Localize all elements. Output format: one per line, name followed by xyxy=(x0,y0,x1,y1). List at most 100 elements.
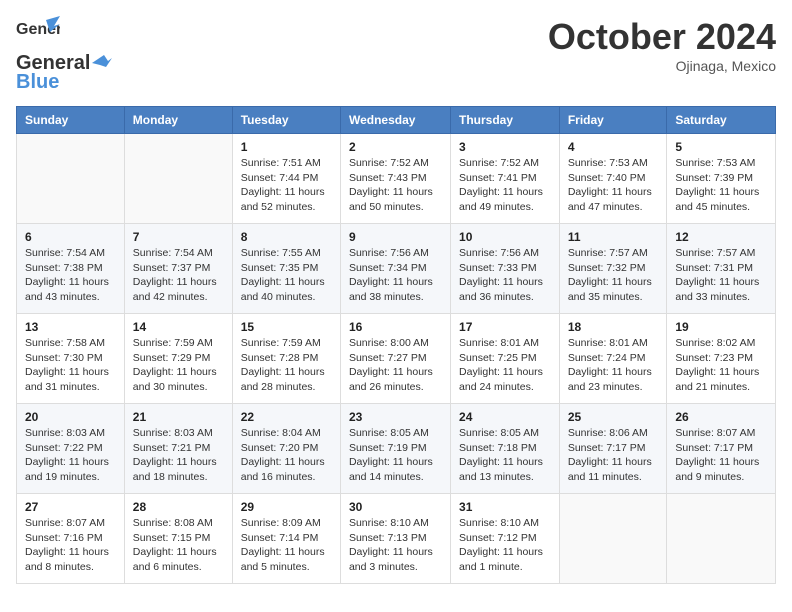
calendar-cell xyxy=(667,494,776,584)
day-number: 28 xyxy=(133,500,224,514)
day-info: Sunrise: 8:10 AMSunset: 7:13 PMDaylight:… xyxy=(349,516,442,575)
calendar-cell: 22 Sunrise: 8:04 AMSunset: 7:20 PMDayligh… xyxy=(232,404,340,494)
calendar-table: SundayMondayTuesdayWednesdayThursdayFrid… xyxy=(16,106,776,584)
calendar-cell: 1 Sunrise: 7:51 AMSunset: 7:44 PMDaylight… xyxy=(232,134,340,224)
day-info: Sunrise: 8:06 AMSunset: 7:17 PMDaylight:… xyxy=(568,426,659,485)
day-info: Sunrise: 7:57 AMSunset: 7:32 PMDaylight:… xyxy=(568,246,659,305)
day-info: Sunrise: 7:51 AMSunset: 7:44 PMDaylight:… xyxy=(241,156,332,215)
calendar-week-5: 27 Sunrise: 8:07 AMSunset: 7:16 PMDayligh… xyxy=(17,494,776,584)
calendar-cell: 8 Sunrise: 7:55 AMSunset: 7:35 PMDaylight… xyxy=(232,224,340,314)
logo-bird-icon xyxy=(92,55,112,69)
day-number: 7 xyxy=(133,230,224,244)
day-info: Sunrise: 8:10 AMSunset: 7:12 PMDaylight:… xyxy=(459,516,551,575)
calendar-cell: 5 Sunrise: 7:53 AMSunset: 7:39 PMDaylight… xyxy=(667,134,776,224)
day-number: 27 xyxy=(25,500,116,514)
day-number: 31 xyxy=(459,500,551,514)
day-info: Sunrise: 7:52 AMSunset: 7:41 PMDaylight:… xyxy=(459,156,551,215)
day-number: 4 xyxy=(568,140,659,154)
calendar-cell: 15Sunrise: 7:59 AMSunset: 7:28 PMDayligh… xyxy=(232,314,340,404)
day-number: 16 xyxy=(349,320,442,334)
calendar-cell: 16Sunrise: 8:00 AMSunset: 7:27 PMDayligh… xyxy=(340,314,450,404)
calendar-cell: 10Sunrise: 7:56 AMSunset: 7:33 PMDayligh… xyxy=(451,224,560,314)
day-info: Sunrise: 7:53 AMSunset: 7:39 PMDaylight:… xyxy=(675,156,767,215)
day-number: 21 xyxy=(133,410,224,424)
weekday-header-friday: Friday xyxy=(559,107,667,134)
day-info: Sunrise: 7:54 AMSunset: 7:38 PMDaylight:… xyxy=(25,246,116,305)
day-info: Sunrise: 8:02 AMSunset: 7:23 PMDaylight:… xyxy=(675,336,767,395)
calendar-cell: 26 Sunrise: 8:07 AMSunset: 7:17 PMDayligh… xyxy=(667,404,776,494)
location: Ojinaga, Mexico xyxy=(548,58,776,74)
day-number: 13 xyxy=(25,320,116,334)
calendar-cell: 3Sunrise: 7:52 AMSunset: 7:41 PMDaylight… xyxy=(451,134,560,224)
logo-blue: Blue xyxy=(16,71,59,94)
day-number: 5 xyxy=(675,140,767,154)
calendar-cell: 19 Sunrise: 8:02 AMSunset: 7:23 PMDayligh… xyxy=(667,314,776,404)
day-number: 23 xyxy=(349,410,442,424)
title-block: October 2024 Ojinaga, Mexico xyxy=(548,16,776,74)
weekday-header-tuesday: Tuesday xyxy=(232,107,340,134)
weekday-header-wednesday: Wednesday xyxy=(340,107,450,134)
day-info: Sunrise: 8:07 AMSunset: 7:17 PMDaylight:… xyxy=(675,426,767,485)
day-info: Sunrise: 7:56 AMSunset: 7:33 PMDaylight:… xyxy=(459,246,551,305)
calendar-cell: 24 Sunrise: 8:05 AMSunset: 7:18 PMDayligh… xyxy=(451,404,560,494)
day-number: 6 xyxy=(25,230,116,244)
day-number: 29 xyxy=(241,500,332,514)
weekday-header-row: SundayMondayTuesdayWednesdayThursdayFrid… xyxy=(17,107,776,134)
calendar-cell: 30 Sunrise: 8:10 AMSunset: 7:13 PMDayligh… xyxy=(340,494,450,584)
day-number: 19 xyxy=(675,320,767,334)
calendar-cell xyxy=(559,494,667,584)
calendar-week-4: 20 Sunrise: 8:03 AMSunset: 7:22 PMDayligh… xyxy=(17,404,776,494)
calendar-cell: 4 Sunrise: 7:53 AMSunset: 7:40 PMDaylight… xyxy=(559,134,667,224)
day-info: Sunrise: 7:54 AMSunset: 7:37 PMDaylight:… xyxy=(133,246,224,305)
calendar-cell: 11Sunrise: 7:57 AMSunset: 7:32 PMDayligh… xyxy=(559,224,667,314)
calendar-cell: 29 Sunrise: 8:09 AMSunset: 7:14 PMDayligh… xyxy=(232,494,340,584)
calendar-cell: 23Sunrise: 8:05 AMSunset: 7:19 PMDayligh… xyxy=(340,404,450,494)
day-info: Sunrise: 8:01 AMSunset: 7:24 PMDaylight:… xyxy=(568,336,659,395)
day-number: 18 xyxy=(568,320,659,334)
calendar-week-3: 13 Sunrise: 7:58 AMSunset: 7:30 PMDayligh… xyxy=(17,314,776,404)
calendar-cell: 12Sunrise: 7:57 AMSunset: 7:31 PMDayligh… xyxy=(667,224,776,314)
day-info: Sunrise: 8:03 AMSunset: 7:22 PMDaylight:… xyxy=(25,426,116,485)
calendar-cell: 6 Sunrise: 7:54 AMSunset: 7:38 PMDaylight… xyxy=(17,224,125,314)
logo-icon: General xyxy=(16,16,60,52)
calendar-cell: 25 Sunrise: 8:06 AMSunset: 7:17 PMDayligh… xyxy=(559,404,667,494)
day-number: 20 xyxy=(25,410,116,424)
day-number: 25 xyxy=(568,410,659,424)
day-number: 9 xyxy=(349,230,442,244)
calendar-cell: 28 Sunrise: 8:08 AMSunset: 7:15 PMDayligh… xyxy=(124,494,232,584)
calendar-week-2: 6 Sunrise: 7:54 AMSunset: 7:38 PMDaylight… xyxy=(17,224,776,314)
day-info: Sunrise: 8:03 AMSunset: 7:21 PMDaylight:… xyxy=(133,426,224,485)
day-number: 24 xyxy=(459,410,551,424)
day-info: Sunrise: 7:56 AMSunset: 7:34 PMDaylight:… xyxy=(349,246,442,305)
calendar-cell: 18 Sunrise: 8:01 AMSunset: 7:24 PMDayligh… xyxy=(559,314,667,404)
day-number: 8 xyxy=(241,230,332,244)
weekday-header-sunday: Sunday xyxy=(17,107,125,134)
day-info: Sunrise: 8:07 AMSunset: 7:16 PMDaylight:… xyxy=(25,516,116,575)
calendar-cell xyxy=(124,134,232,224)
calendar-cell: 2Sunrise: 7:52 AMSunset: 7:43 PMDaylight… xyxy=(340,134,450,224)
calendar-cell xyxy=(17,134,125,224)
weekday-header-saturday: Saturday xyxy=(667,107,776,134)
day-number: 1 xyxy=(241,140,332,154)
day-info: Sunrise: 7:53 AMSunset: 7:40 PMDaylight:… xyxy=(568,156,659,215)
day-number: 22 xyxy=(241,410,332,424)
day-info: Sunrise: 8:04 AMSunset: 7:20 PMDaylight:… xyxy=(241,426,332,485)
calendar-cell: 17Sunrise: 8:01 AMSunset: 7:25 PMDayligh… xyxy=(451,314,560,404)
page-header: General General Blue October 2024 Ojinag… xyxy=(16,16,776,94)
day-info: Sunrise: 7:55 AMSunset: 7:35 PMDaylight:… xyxy=(241,246,332,305)
day-info: Sunrise: 8:01 AMSunset: 7:25 PMDaylight:… xyxy=(459,336,551,395)
day-info: Sunrise: 8:09 AMSunset: 7:14 PMDaylight:… xyxy=(241,516,332,575)
day-number: 26 xyxy=(675,410,767,424)
day-info: Sunrise: 8:05 AMSunset: 7:18 PMDaylight:… xyxy=(459,426,551,485)
day-info: Sunrise: 7:57 AMSunset: 7:31 PMDaylight:… xyxy=(675,246,767,305)
day-info: Sunrise: 7:58 AMSunset: 7:30 PMDaylight:… xyxy=(25,336,116,395)
calendar-cell: 13 Sunrise: 7:58 AMSunset: 7:30 PMDayligh… xyxy=(17,314,125,404)
calendar-cell: 7 Sunrise: 7:54 AMSunset: 7:37 PMDaylight… xyxy=(124,224,232,314)
weekday-header-thursday: Thursday xyxy=(451,107,560,134)
calendar-cell: 14Sunrise: 7:59 AMSunset: 7:29 PMDayligh… xyxy=(124,314,232,404)
calendar-cell: 31 Sunrise: 8:10 AMSunset: 7:12 PMDayligh… xyxy=(451,494,560,584)
day-number: 30 xyxy=(349,500,442,514)
logo: General General Blue xyxy=(16,16,112,94)
day-info: Sunrise: 8:08 AMSunset: 7:15 PMDaylight:… xyxy=(133,516,224,575)
weekday-header-monday: Monday xyxy=(124,107,232,134)
